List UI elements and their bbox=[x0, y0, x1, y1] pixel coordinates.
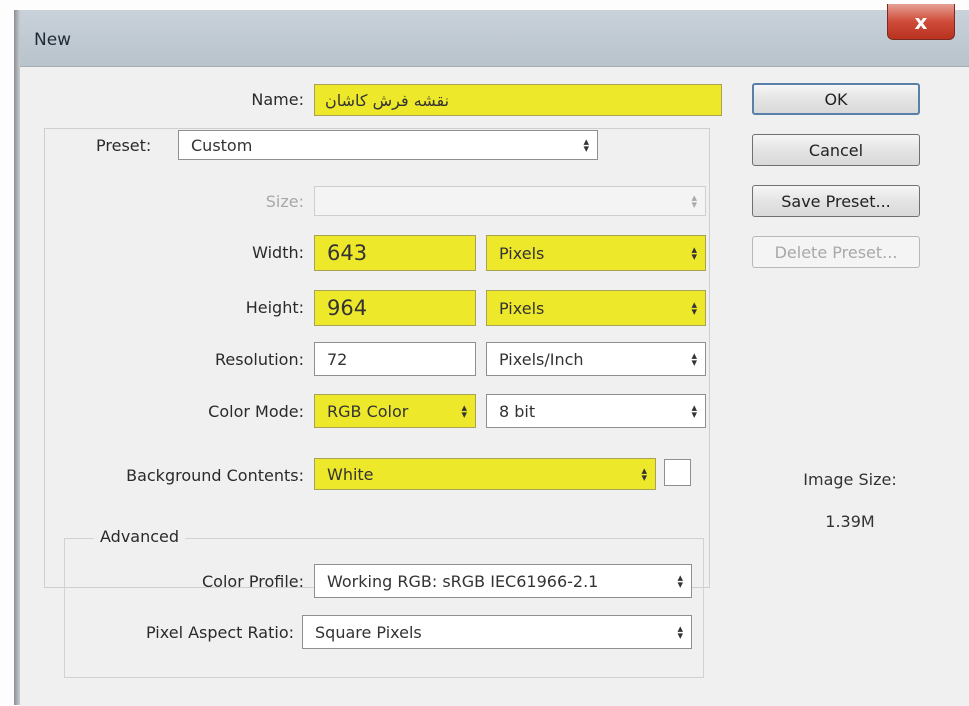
background-select[interactable]: White ▴ ▾ bbox=[314, 458, 656, 490]
pixel-aspect-select[interactable]: Square Pixels ▴ ▾ bbox=[302, 615, 692, 649]
width-label: Width: bbox=[252, 243, 304, 262]
height-label: Height: bbox=[245, 298, 304, 317]
image-size-label: Image Size: bbox=[803, 470, 897, 489]
preset-value: Custom bbox=[191, 135, 253, 155]
up-down-arrows-icon: ▴ ▾ bbox=[677, 622, 683, 642]
resolution-value: 72 bbox=[327, 349, 348, 369]
save-preset-button-label: Save Preset... bbox=[781, 191, 891, 211]
cancel-button[interactable]: Cancel bbox=[752, 134, 920, 166]
cancel-button-label: Cancel bbox=[808, 140, 864, 160]
width-value: 643 bbox=[327, 241, 368, 265]
up-down-arrows-icon: ▴ ▾ bbox=[641, 464, 647, 484]
pixel-aspect-value: Square Pixels bbox=[315, 622, 422, 642]
advanced-group bbox=[64, 538, 704, 678]
height-value: 964 bbox=[327, 296, 368, 320]
resolution-input[interactable]: 72 bbox=[314, 342, 476, 376]
bit-depth-select[interactable]: 8 bit ▴ ▾ bbox=[486, 394, 706, 428]
height-unit-select[interactable]: Pixels ▴ ▾ bbox=[486, 290, 706, 326]
name-value: نقشه فرش کاشان bbox=[325, 90, 450, 110]
size-label: Size: bbox=[265, 192, 304, 211]
resolution-label: Resolution: bbox=[215, 350, 304, 369]
size-select: ▴ ▾ bbox=[314, 186, 706, 216]
width-input[interactable]: 643 bbox=[314, 235, 476, 271]
width-unit-select[interactable]: Pixels ▴ ▾ bbox=[486, 235, 706, 271]
color-profile-label: Color Profile: bbox=[202, 572, 304, 591]
close-button[interactable]: x bbox=[887, 4, 955, 40]
up-down-arrows-icon: ▴ ▾ bbox=[691, 298, 697, 318]
delete-preset-button-label: Delete Preset... bbox=[774, 242, 898, 262]
advanced-title: Advanced bbox=[94, 527, 186, 546]
preset-select[interactable]: Custom ▴ ▾ bbox=[178, 130, 598, 160]
width-unit-value: Pixels bbox=[499, 243, 545, 263]
background-color-swatch[interactable] bbox=[664, 459, 691, 486]
height-input[interactable]: 964 bbox=[314, 290, 476, 326]
title-bar: New x bbox=[20, 4, 969, 66]
up-down-arrows-icon: ▴ ▾ bbox=[461, 401, 467, 421]
up-down-arrows-icon: ▴ ▾ bbox=[691, 349, 697, 369]
resolution-unit-value: Pixels/Inch bbox=[499, 349, 584, 369]
save-preset-button[interactable]: Save Preset... bbox=[752, 185, 920, 217]
color-mode-select[interactable]: RGB Color ▴ ▾ bbox=[314, 394, 476, 428]
close-icon: x bbox=[914, 9, 928, 34]
up-down-arrows-icon: ▴ ▾ bbox=[583, 135, 589, 155]
up-down-arrows-icon: ▴ ▾ bbox=[691, 243, 697, 263]
image-size-value: 1.39M bbox=[825, 512, 875, 531]
bit-depth-value: 8 bit bbox=[499, 401, 536, 421]
ok-button[interactable]: OK bbox=[752, 83, 920, 115]
color-mode-value: RGB Color bbox=[327, 401, 409, 421]
name-input[interactable]: نقشه فرش کاشان bbox=[314, 84, 722, 116]
preset-label: Preset: bbox=[96, 136, 158, 155]
height-unit-value: Pixels bbox=[499, 298, 545, 318]
color-mode-label: Color Mode: bbox=[208, 402, 304, 421]
up-down-arrows-icon: ▴ ▾ bbox=[677, 571, 683, 591]
delete-preset-button: Delete Preset... bbox=[752, 236, 920, 268]
up-down-arrows-icon: ▴ ▾ bbox=[691, 401, 697, 421]
color-profile-select[interactable]: Working RGB: sRGB IEC61966-2.1 ▴ ▾ bbox=[314, 564, 692, 598]
color-profile-value: Working RGB: sRGB IEC61966-2.1 bbox=[327, 571, 599, 591]
resolution-unit-select[interactable]: Pixels/Inch ▴ ▾ bbox=[486, 342, 706, 376]
background-value: White bbox=[327, 464, 374, 484]
ok-button-label: OK bbox=[824, 89, 848, 109]
pixel-aspect-label: Pixel Aspect Ratio: bbox=[146, 623, 294, 642]
background-label: Background Contents: bbox=[126, 466, 304, 485]
window-title: New bbox=[34, 30, 72, 50]
up-down-arrows-icon: ▴ ▾ bbox=[691, 191, 697, 211]
name-label: Name: bbox=[251, 90, 304, 109]
